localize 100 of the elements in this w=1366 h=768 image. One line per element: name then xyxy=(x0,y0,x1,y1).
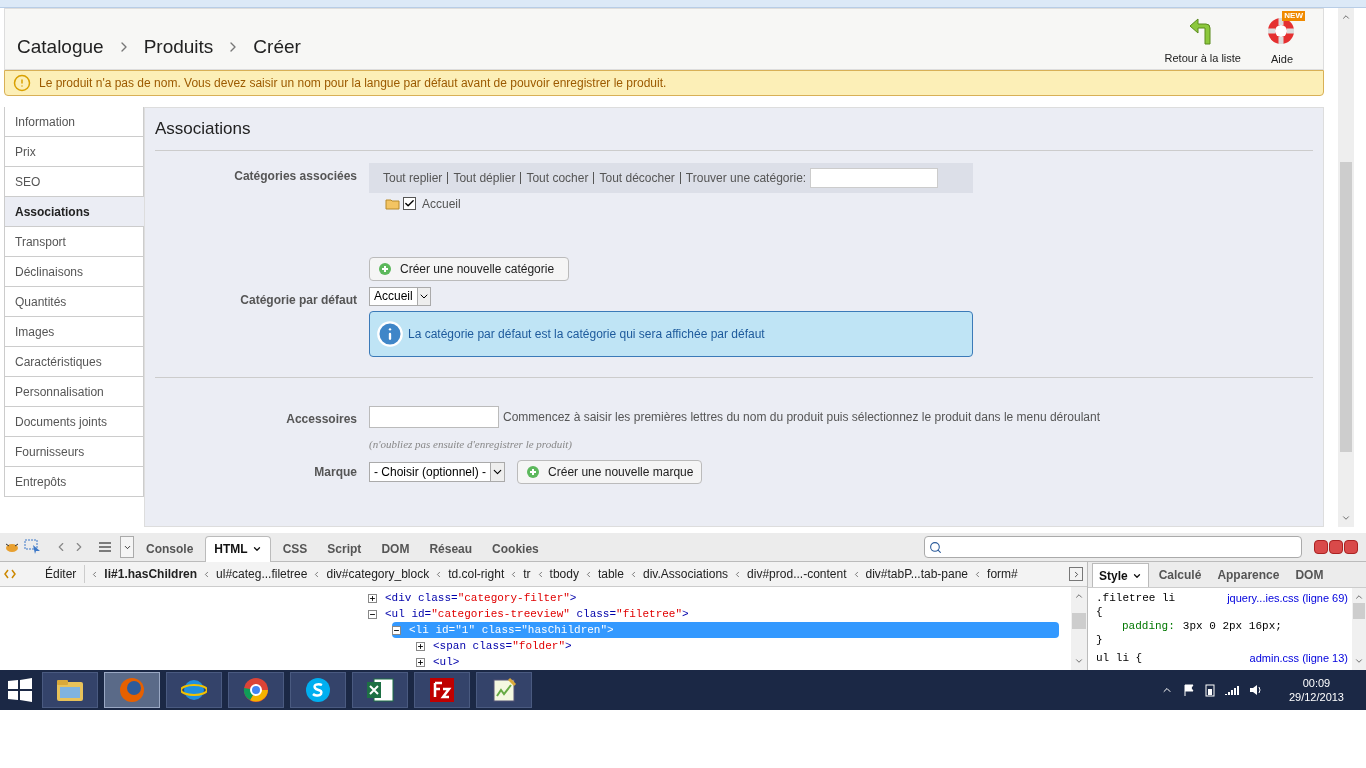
taskbar-app[interactable] xyxy=(166,672,222,708)
devtools-tab[interactable]: CSS xyxy=(274,535,316,562)
scrollbar-thumb[interactable] xyxy=(1072,613,1086,629)
sidebar-tab[interactable]: Documents joints xyxy=(4,407,144,437)
taskbar-app[interactable] xyxy=(352,672,408,708)
scroll-up-icon[interactable] xyxy=(1074,591,1084,601)
scrollbar-thumb[interactable] xyxy=(1353,603,1365,619)
breadcrumb-item[interactable]: tr xyxy=(523,565,531,583)
breadcrumb-item[interactable]: div.Associations xyxy=(642,565,729,583)
edit-button[interactable]: Éditer xyxy=(37,565,86,583)
code-line[interactable]: <div class="category-filter"> xyxy=(381,589,581,607)
collapse-icon[interactable] xyxy=(368,609,377,619)
search-field[interactable] xyxy=(924,536,1302,558)
scroll-down-icon[interactable] xyxy=(1341,513,1351,523)
devtools-tab[interactable]: Réseau xyxy=(421,535,481,562)
sidebar-tab[interactable]: Entrepôts xyxy=(4,467,144,497)
style-tab[interactable]: Calculé xyxy=(1152,563,1208,587)
filter-link[interactable]: Tout replier xyxy=(383,171,449,184)
clock[interactable]: 00:09 29/12/2013 xyxy=(1288,676,1344,704)
scroll-down-icon[interactable] xyxy=(1074,656,1084,666)
filter-link[interactable]: Tout décocher xyxy=(599,171,681,184)
dropdown-toggle[interactable] xyxy=(120,536,134,558)
create-brand-button[interactable]: Créer une nouvelle marque xyxy=(517,460,703,484)
devtools-tab[interactable]: HTML xyxy=(205,535,271,562)
start-icon[interactable] xyxy=(6,677,34,703)
sidebar-tab[interactable]: Information xyxy=(4,107,144,137)
sidebar-tab[interactable]: Associations xyxy=(4,197,144,227)
sidebar-tab[interactable]: Prix xyxy=(4,137,144,167)
scrollbar-thumb[interactable] xyxy=(1340,162,1352,452)
taskbar-app[interactable] xyxy=(414,672,470,708)
style-tab[interactable]: Apparence xyxy=(1211,563,1286,587)
breadcrumb-item[interactable]: tbody xyxy=(549,565,579,583)
style-tab[interactable]: Style xyxy=(1092,563,1149,587)
tree-row[interactable]: <ul id="categories-treeview" class="filetree"> xyxy=(368,606,1071,622)
style-tab[interactable]: DOM xyxy=(1289,563,1330,587)
taskbar-app[interactable] xyxy=(228,672,284,708)
devtools-tab[interactable]: DOM xyxy=(373,535,418,562)
sidebar-tab[interactable]: Transport xyxy=(4,227,144,257)
default-category-select[interactable]: Accueil xyxy=(369,286,431,306)
breadcrumb-item[interactable]: table xyxy=(597,565,624,583)
create-category-button[interactable]: Créer une nouvelle catégorie xyxy=(369,256,569,281)
code-line[interactable]: <span class="folder"> xyxy=(429,637,576,655)
filter-link[interactable]: Tout cocher xyxy=(526,171,595,184)
devtools-tab[interactable]: Console xyxy=(138,535,202,562)
breadcrumb-item[interactable]: td.col-right xyxy=(448,565,505,583)
code-icon[interactable] xyxy=(4,568,16,580)
breadcrumb-item[interactable]: div#category_block xyxy=(326,565,430,583)
close-icon[interactable] xyxy=(1344,540,1358,554)
taskbar-app[interactable] xyxy=(476,672,532,708)
back-button[interactable]: Retour à la liste xyxy=(1152,11,1253,67)
help-button[interactable]: NEW Aide xyxy=(1253,10,1311,68)
battery-icon[interactable] xyxy=(1204,683,1215,697)
inspect-icon[interactable] xyxy=(24,539,42,555)
sidebar-tab[interactable]: Quantités xyxy=(4,287,144,317)
devtools-tab[interactable]: Script xyxy=(319,535,370,562)
speaker-icon[interactable] xyxy=(1248,684,1263,696)
minimize-icon[interactable] xyxy=(1314,540,1328,554)
taskbar-app[interactable] xyxy=(290,672,346,708)
scrollbar[interactable] xyxy=(1352,588,1366,670)
accessories-field[interactable] xyxy=(369,405,499,428)
breadcrumb-item[interactable]: Produits xyxy=(143,32,214,62)
breadcrumb-item[interactable]: Catalogue xyxy=(17,32,104,62)
breadcrumb-item[interactable]: li#1.hasChildren xyxy=(104,565,198,583)
category-search-field[interactable] xyxy=(810,167,939,188)
scroll-down-icon[interactable] xyxy=(1354,656,1364,666)
tree-row[interactable]: <span class="folder"> xyxy=(416,638,1071,654)
expand-icon[interactable] xyxy=(416,657,425,667)
expand-icon[interactable] xyxy=(416,641,425,651)
source-link[interactable]: jquery...ies.css (ligne 69) xyxy=(1227,591,1348,605)
expand-icon[interactable] xyxy=(368,593,377,603)
sidebar-tab[interactable]: SEO xyxy=(4,167,144,197)
code-line[interactable]: <ul> xyxy=(429,653,464,670)
menu-icon[interactable] xyxy=(98,541,112,553)
breadcrumb-item[interactable]: div#tabP...tab-pane xyxy=(865,565,969,583)
flag-icon[interactable] xyxy=(1182,684,1195,696)
taskbar-app[interactable] xyxy=(42,672,98,708)
scrollbar[interactable] xyxy=(1338,8,1354,527)
tree-row[interactable]: <div class="category-filter"> xyxy=(368,590,1071,606)
brand-select[interactable]: - Choisir (optionnel) - xyxy=(369,462,506,482)
sidebar-tab[interactable]: Images xyxy=(4,317,144,347)
scrollbar[interactable] xyxy=(1071,587,1087,670)
devtools-tab[interactable]: Cookies xyxy=(484,535,547,562)
tree-row[interactable]: <ul> xyxy=(416,654,1071,670)
breadcrumb-item[interactable]: ul#categ...filetree xyxy=(216,565,308,583)
sidebar-tab[interactable]: Fournisseurs xyxy=(4,437,144,467)
filter-link[interactable]: Tout déplier xyxy=(453,171,522,184)
scroll-up-icon[interactable] xyxy=(1354,592,1364,602)
scroll-right-button[interactable] xyxy=(1069,567,1083,581)
restore-icon[interactable] xyxy=(1329,540,1343,554)
breadcrumb-item[interactable]: div#prod...-content xyxy=(747,565,847,583)
scroll-up-icon[interactable] xyxy=(1341,12,1351,22)
breadcrumb-item[interactable]: form# xyxy=(987,565,1018,583)
code-line[interactable]: <ul id="categories-treeview" class="filetree"> xyxy=(381,605,693,623)
category-checkbox[interactable] xyxy=(403,197,416,210)
sidebar-tab[interactable]: Personnalisation xyxy=(4,377,144,407)
signal-icon[interactable] xyxy=(1224,684,1239,696)
sidebar-tab[interactable]: Déclinaisons xyxy=(4,257,144,287)
sidebar-tab[interactable]: Caractéristiques xyxy=(4,347,144,377)
collapse-icon[interactable] xyxy=(392,625,401,635)
source-link[interactable]: admin.css (ligne 13) xyxy=(1249,651,1348,665)
